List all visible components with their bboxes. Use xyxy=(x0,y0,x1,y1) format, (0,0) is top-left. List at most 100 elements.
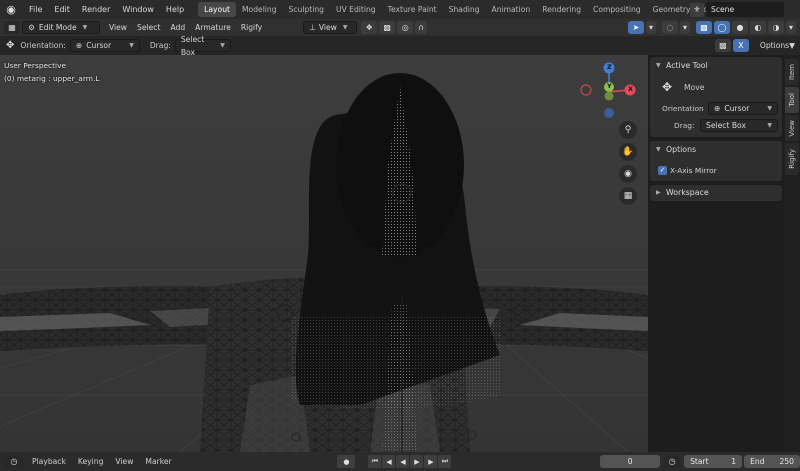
prev-keyframe-icon[interactable]: ◀ xyxy=(382,455,396,468)
transform-orientation-dropdown[interactable]: ⊥ View ▼ xyxy=(303,21,358,34)
menu-view[interactable]: View xyxy=(104,21,132,34)
menu-select[interactable]: Select xyxy=(132,21,165,34)
active-tool-title[interactable]: Active Tool xyxy=(666,61,708,70)
menu-render[interactable]: Render xyxy=(76,0,116,19)
next-keyframe-icon[interactable]: ▶ xyxy=(424,455,438,468)
grid-perspective-icon[interactable]: ▦ xyxy=(619,187,637,205)
workspace-title[interactable]: Workspace xyxy=(666,188,709,197)
options-label: Options xyxy=(759,41,790,50)
tab-modeling[interactable]: Modeling xyxy=(236,2,283,17)
start-label: Start xyxy=(690,457,709,466)
tab-layout[interactable]: Layout xyxy=(198,2,236,17)
tab-uv-editing[interactable]: UV Editing xyxy=(330,2,382,17)
clock-icon[interactable]: ◷ xyxy=(664,455,681,468)
menu-help[interactable]: Help xyxy=(160,0,190,19)
jump-end-icon[interactable]: ⏭ xyxy=(438,455,452,468)
chevron-down-icon: ▼ xyxy=(789,41,795,50)
tab-compositing[interactable]: Compositing xyxy=(587,2,647,17)
overlays-icon[interactable]: ◌ xyxy=(662,21,678,34)
menu-rigify[interactable]: Rigify xyxy=(236,21,267,34)
start-frame-field[interactable]: Start 1 xyxy=(684,455,743,468)
menu-edit[interactable]: Edit xyxy=(48,0,76,19)
blender-logo-icon[interactable]: ◉ xyxy=(3,2,19,18)
cursor-icon: ⊕ xyxy=(714,104,721,113)
menu-timeline-view[interactable]: View xyxy=(109,457,139,466)
snap-icon[interactable]: ▩ xyxy=(379,21,396,34)
shading-solid-icon[interactable]: ● xyxy=(732,21,748,34)
timeline-editor-type-icon[interactable]: ◷ xyxy=(4,455,24,468)
3d-viewport[interactable]: User Perspective (0) metarig : upper_arm… xyxy=(0,55,648,452)
menu-file[interactable]: File xyxy=(23,0,48,19)
gizmo-z-label: Z xyxy=(607,63,612,71)
end-value: 250 xyxy=(779,457,795,466)
gizmo-x-label: X xyxy=(628,85,634,93)
tab-item[interactable]: Item xyxy=(785,59,799,85)
pivot-icon[interactable]: ❖ xyxy=(361,21,378,34)
x-axis-mirror-label[interactable]: X-Axis Mirror xyxy=(670,166,717,175)
jump-start-icon[interactable]: ⏮ xyxy=(368,455,382,468)
tab-tool[interactable]: Tool xyxy=(785,87,799,113)
x-axis-mirror-checkbox[interactable]: ✓ xyxy=(658,166,667,175)
gizmo-neg-y[interactable] xyxy=(604,91,614,101)
camera-icon[interactable]: ◉ xyxy=(619,165,637,183)
tab-rigify[interactable]: Rigify xyxy=(785,143,799,175)
shading-dropdown-icon[interactable]: ▾ xyxy=(786,21,796,34)
shading-material-icon[interactable]: ◐ xyxy=(750,21,766,34)
editor-type-icon[interactable]: ▦ xyxy=(4,21,20,34)
xray-icon[interactable]: ▩ xyxy=(696,21,712,34)
scene-name-field[interactable]: Scene xyxy=(706,2,784,17)
move-tool-icon: ✥ xyxy=(6,40,15,51)
options-title[interactable]: Options xyxy=(666,145,696,154)
orientation-view-label: View xyxy=(318,23,337,32)
play-icon[interactable]: ▶ xyxy=(410,455,424,468)
drag-label: Drag: xyxy=(149,41,171,50)
panel-drag-dropdown[interactable]: Select Box ▼ xyxy=(700,119,778,132)
chevron-down-icon[interactable]: ▼ xyxy=(656,146,661,153)
falloff-icon[interactable]: ∩ xyxy=(415,21,428,34)
x-mirror-toggle[interactable]: X xyxy=(732,39,749,52)
mode-dropdown[interactable]: ⚙ Edit Mode ▼ xyxy=(22,21,100,34)
edit-mode-icon: ⚙ xyxy=(28,23,35,32)
drag-dropdown[interactable]: Select Box ▼ xyxy=(174,35,231,57)
tab-view[interactable]: View xyxy=(785,115,799,141)
play-reverse-icon[interactable]: ◀ xyxy=(396,455,410,468)
chevron-down-icon: ▼ xyxy=(220,42,225,49)
tab-texture-paint[interactable]: Texture Paint xyxy=(382,2,443,17)
chevron-right-icon[interactable]: ▶ xyxy=(656,189,661,196)
tab-sculpting[interactable]: Sculpting xyxy=(283,2,330,17)
scene-icon[interactable]: ⚜ xyxy=(690,2,704,17)
gizmo-dropdown-icon[interactable]: ▾ xyxy=(646,21,656,34)
shading-rendered-icon[interactable]: ◑ xyxy=(768,21,784,34)
menu-marker[interactable]: Marker xyxy=(139,457,177,466)
show-gizmo-icon[interactable]: ➤ xyxy=(628,21,644,34)
chevron-down-icon: ▼ xyxy=(767,105,772,112)
overlays-dropdown-icon[interactable]: ▾ xyxy=(680,21,690,34)
end-frame-field[interactable]: End 250 xyxy=(744,455,800,468)
tab-shading[interactable]: Shading xyxy=(443,2,486,17)
orientation-dropdown[interactable]: ⊕ Cursor ▼ xyxy=(69,39,140,52)
chevron-down-icon[interactable]: ▼ xyxy=(656,62,661,69)
perspective-label: User Perspective xyxy=(4,61,66,70)
gizmo-neg-z[interactable] xyxy=(604,108,614,118)
orientation-label: Orientation: xyxy=(20,41,66,50)
options-dropdown[interactable]: Options ▼ xyxy=(755,39,800,52)
tab-animation[interactable]: Animation xyxy=(486,2,537,17)
zoom-icon[interactable]: ⚲ xyxy=(619,121,637,139)
menu-playback[interactable]: Playback xyxy=(26,457,72,466)
record-icon[interactable]: ● xyxy=(337,455,356,468)
active-tool-panel: ▼ Active Tool ✥ Move Orientation ⊕ Curso… xyxy=(650,57,782,137)
pan-hand-icon[interactable]: ✋ xyxy=(619,143,637,161)
menu-window[interactable]: Window xyxy=(116,0,160,19)
panel-orientation-dropdown[interactable]: ⊕ Cursor ▼ xyxy=(708,102,778,115)
end-label: End xyxy=(750,457,765,466)
proportional-edit-icon[interactable]: ◎ xyxy=(397,21,414,34)
current-frame-field[interactable]: 0 xyxy=(600,455,661,468)
cursor-icon: ⊕ xyxy=(75,41,83,50)
viewport-header: ▦ ⚙ Edit Mode ▼ View Select Add Armature… xyxy=(0,19,800,36)
move-tool-icon[interactable]: ✥ xyxy=(662,80,672,94)
shading-wireframe-icon[interactable]: ◯ xyxy=(714,21,730,34)
gizmo-neg-x[interactable] xyxy=(580,84,592,96)
menu-keying[interactable]: Keying xyxy=(72,457,110,466)
mirror-settings-icon[interactable]: ▩ xyxy=(714,39,731,52)
tab-rendering[interactable]: Rendering xyxy=(536,2,587,17)
